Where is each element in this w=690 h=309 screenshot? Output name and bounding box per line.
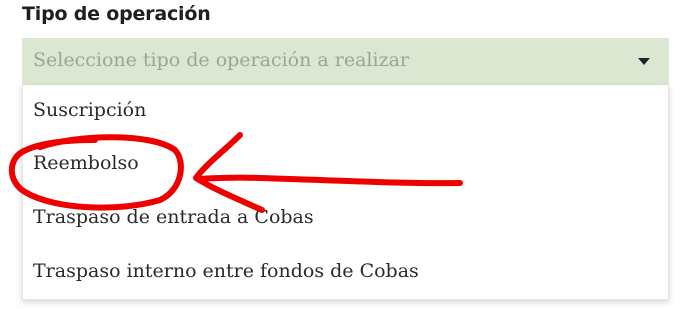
select-placeholder: Seleccione tipo de operación a realizar: [33, 49, 409, 71]
option-reembolso[interactable]: Reembolso: [33, 152, 139, 174]
option-suscripcion[interactable]: Suscripción: [33, 99, 146, 121]
operation-type-dropdown: Suscripción Reembolso Traspaso de entrad…: [22, 85, 669, 300]
operation-type-select[interactable]: Seleccione tipo de operación a realizar: [22, 38, 669, 85]
caret-down-icon[interactable]: [638, 58, 650, 65]
operation-type-label: Tipo de operación: [22, 3, 211, 25]
option-traspaso-interno[interactable]: Traspaso interno entre fondos de Cobas: [33, 260, 419, 282]
option-traspaso-entrada[interactable]: Traspaso de entrada a Cobas: [33, 206, 314, 228]
